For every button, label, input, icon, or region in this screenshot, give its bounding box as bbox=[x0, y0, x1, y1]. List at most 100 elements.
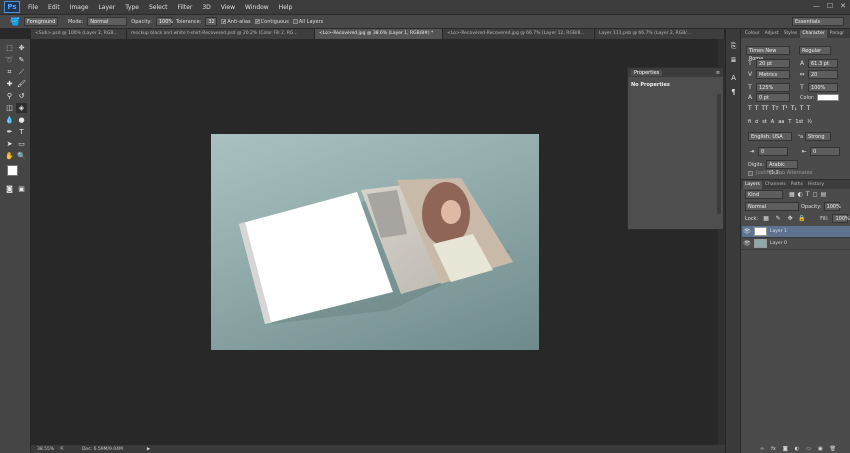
new-layer-icon[interactable]: ▣ bbox=[818, 446, 823, 452]
workspace-select[interactable]: Essentials bbox=[792, 17, 844, 26]
tab-paragraph[interactable]: Paragr bbox=[828, 30, 847, 38]
lock-brush-icon[interactable]: ✎ bbox=[774, 215, 782, 222]
history-brush-icon[interactable]: ↺ bbox=[16, 91, 27, 101]
type-tool-icon[interactable]: T bbox=[16, 127, 27, 137]
menu-window[interactable]: Window bbox=[240, 4, 274, 11]
tolerance-input[interactable]: 32 bbox=[205, 17, 218, 26]
hand-tool-icon[interactable]: ✋ bbox=[4, 151, 15, 161]
add-mask-icon[interactable]: ◙ bbox=[783, 446, 788, 452]
mode-select[interactable]: Normal bbox=[87, 17, 128, 26]
lock-transparent-icon[interactable]: ▦ bbox=[762, 215, 770, 222]
subscript-icon[interactable]: T₁ bbox=[791, 105, 797, 112]
paint-bucket-icon[interactable]: 🪣 bbox=[10, 17, 20, 26]
layer-name[interactable]: Layer 1 bbox=[770, 229, 787, 234]
quick-mask-icon[interactable]: ◙ bbox=[4, 184, 15, 194]
indent-left-input[interactable]: 0 bbox=[758, 147, 788, 156]
kerning-select[interactable]: Metrics bbox=[756, 70, 790, 79]
ligature-icon[interactable]: fi bbox=[748, 119, 751, 125]
filter-adjust-icon[interactable]: ◐ bbox=[798, 191, 803, 198]
path-select-icon[interactable]: ➤ bbox=[4, 139, 15, 149]
menu-image[interactable]: Image bbox=[65, 4, 94, 11]
menu-edit[interactable]: Edit bbox=[43, 4, 65, 11]
layer-name[interactable]: Layer 0 bbox=[770, 241, 787, 246]
all-caps-icon[interactable]: TT bbox=[761, 105, 768, 112]
font-style-select[interactable]: Regular bbox=[799, 46, 831, 55]
faux-bold-icon[interactable]: T bbox=[748, 105, 752, 112]
fraction-icon[interactable]: ½ bbox=[807, 119, 812, 125]
healing-brush-icon[interactable]: ✚ bbox=[4, 79, 15, 89]
layer-style-icon[interactable]: fx bbox=[771, 446, 776, 452]
panel-menu-icon[interactable]: ≡ bbox=[716, 70, 720, 76]
quick-select-icon[interactable]: ✎ bbox=[16, 55, 27, 65]
document-canvas[interactable] bbox=[211, 134, 539, 350]
superscript-icon[interactable]: T¹ bbox=[782, 105, 788, 112]
filter-shape-icon[interactable]: ◻ bbox=[813, 191, 818, 198]
history-panel-icon[interactable]: ⎘ bbox=[728, 41, 739, 51]
visibility-eye-icon[interactable]: 👁 bbox=[742, 240, 752, 247]
tab-character[interactable]: Character bbox=[800, 29, 827, 38]
alternates-icon[interactable]: aa bbox=[778, 119, 784, 125]
digits-select[interactable]: Arabic (1,2... bbox=[766, 160, 799, 176]
all-layers-checkbox[interactable]: All Layers bbox=[292, 18, 323, 25]
clone-stamp-icon[interactable]: ⚲ bbox=[4, 91, 15, 101]
tracking-input[interactable]: 20 bbox=[808, 70, 838, 79]
filter-type-icon[interactable]: T bbox=[806, 191, 810, 198]
filter-pixel-icon[interactable]: ▦ bbox=[789, 191, 795, 198]
tab-paths[interactable]: Paths bbox=[789, 181, 805, 189]
eraser-icon[interactable]: ◫ bbox=[4, 103, 15, 113]
paint-bucket-tool-icon[interactable]: ◈ bbox=[16, 103, 27, 113]
small-caps-icon[interactable]: Tт bbox=[772, 105, 779, 112]
marquee-tool-icon[interactable]: ⬚ bbox=[4, 43, 15, 53]
doc-tab[interactable]: <Lo>-Recovered-Recovered.jpg @ 66.7% (La… bbox=[443, 29, 595, 39]
menu-3d[interactable]: 3D bbox=[197, 4, 215, 11]
pen-tool-icon[interactable]: ✒ bbox=[4, 127, 15, 137]
fill-source-select[interactable]: Foreground bbox=[23, 17, 58, 26]
ordinal-icon[interactable]: 1st bbox=[795, 119, 803, 125]
visibility-eye-icon[interactable]: 👁 bbox=[742, 228, 752, 235]
lock-all-icon[interactable]: 🔒 bbox=[798, 215, 806, 222]
horizontal-scale-input[interactable]: 100% bbox=[808, 83, 838, 92]
contextual-icon[interactable]: ơ bbox=[755, 119, 758, 125]
tab-layers[interactable]: Layers bbox=[743, 180, 762, 189]
delete-layer-icon[interactable]: 🗑 bbox=[830, 446, 836, 452]
doc-tab[interactable]: Layer 111.psb @ 66.7% (Layer 2, RGB/... bbox=[595, 29, 725, 39]
layer-opacity-input[interactable]: 100% bbox=[823, 202, 841, 211]
fill-input[interactable]: 100% bbox=[832, 214, 850, 223]
antialias-select[interactable]: Strong bbox=[805, 132, 832, 141]
zoom-tool-icon[interactable]: 🔍 bbox=[16, 151, 27, 161]
doc-tab[interactable]: <Sub>.psd @ 100% (Layer 2, RGB... bbox=[31, 29, 127, 39]
new-group-icon[interactable]: ▭ bbox=[806, 446, 811, 452]
layer-filter-select[interactable]: Kind bbox=[745, 190, 783, 199]
indent-right-input[interactable]: 0 bbox=[810, 147, 840, 156]
brush-tool-icon[interactable]: 🖌 bbox=[16, 79, 27, 89]
opacity-input[interactable]: 100% bbox=[155, 17, 173, 26]
tab-adjust[interactable]: Adjust bbox=[763, 30, 781, 38]
filter-smart-icon[interactable]: ▤ bbox=[821, 191, 827, 198]
swash-icon[interactable]: A bbox=[771, 119, 774, 125]
doc-tab-active[interactable]: <Lo>-Recovered.jpg @ 38.6% (Layer 1, RGB… bbox=[315, 29, 443, 39]
layer-row[interactable]: 👁 Layer 0 bbox=[742, 238, 850, 250]
faux-italic-icon[interactable]: T bbox=[755, 105, 759, 112]
menu-filter[interactable]: Filter bbox=[173, 4, 198, 11]
underline-icon[interactable]: T bbox=[800, 105, 804, 112]
titling-icon[interactable]: T bbox=[788, 119, 791, 125]
font-family-select[interactable]: Times New Roma... bbox=[746, 46, 790, 62]
lasso-tool-icon[interactable]: ➰ bbox=[4, 55, 15, 65]
lock-move-icon[interactable]: ✥ bbox=[786, 215, 794, 222]
justification-checkbox[interactable] bbox=[748, 170, 753, 176]
leading-input[interactable]: 61.3 pt bbox=[808, 59, 838, 68]
strikethrough-icon[interactable]: T bbox=[807, 105, 811, 112]
status-menu-icon[interactable]: ▶ bbox=[147, 447, 150, 452]
discretionary-icon[interactable]: st bbox=[762, 119, 767, 125]
tab-colour[interactable]: Colour bbox=[743, 30, 762, 38]
menu-file[interactable]: File bbox=[23, 4, 43, 11]
maximize-icon[interactable]: ☐ bbox=[827, 2, 833, 10]
language-select[interactable]: English: USA bbox=[748, 132, 792, 141]
link-layers-icon[interactable]: ∞ bbox=[760, 446, 764, 452]
tab-channels[interactable]: Channels bbox=[763, 181, 788, 189]
minimize-icon[interactable]: — bbox=[813, 2, 820, 10]
adjustment-layer-icon[interactable]: ◐ bbox=[795, 446, 799, 452]
menu-select[interactable]: Select bbox=[144, 4, 173, 11]
antialias-checkbox[interactable]: ✓Anti-alias bbox=[221, 18, 251, 25]
blend-mode-select[interactable]: Normal bbox=[745, 202, 799, 211]
